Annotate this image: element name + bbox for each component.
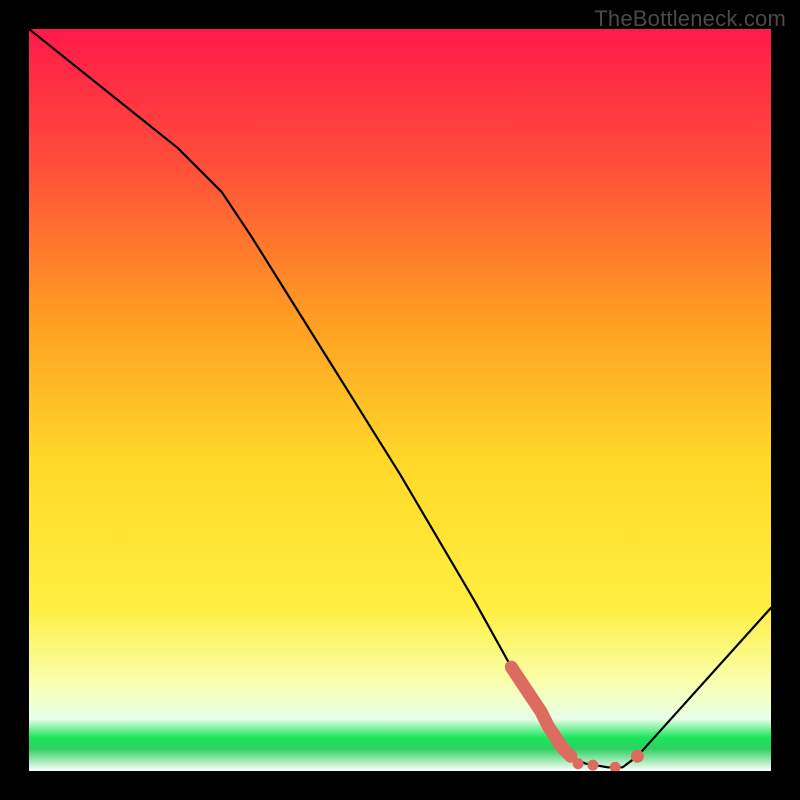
chart-frame: TheBottleneck.com [0, 0, 800, 800]
highlight-dot [631, 750, 644, 763]
gradient-background [29, 29, 771, 771]
highlight-dot [587, 760, 598, 771]
plot-area [29, 29, 771, 771]
highlight-dot [573, 758, 584, 769]
chart-svg [29, 29, 771, 771]
